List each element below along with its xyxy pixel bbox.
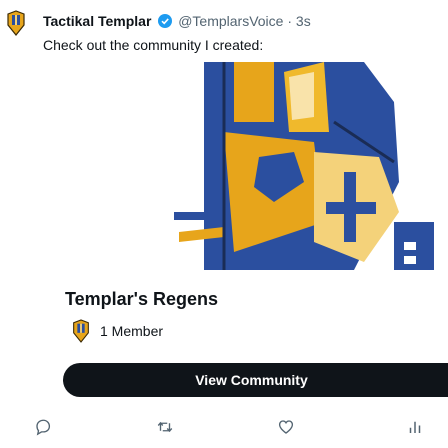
community-name[interactable]: Templar's Regens (65, 289, 218, 310)
like-icon[interactable] (277, 418, 297, 438)
analytics-icon[interactable] (406, 418, 426, 438)
member-count: 1 Member (100, 323, 164, 339)
header-separator: · (287, 13, 293, 29)
member-avatar (70, 319, 92, 343)
author-handle[interactable]: @TemplarsVoice (178, 13, 283, 29)
tweet-header: Tactikal Templar @TemplarsVoice · 3s (43, 12, 311, 30)
verified-badge-icon (158, 14, 173, 28)
author-avatar[interactable] (4, 10, 28, 36)
view-community-label: View Community (195, 372, 308, 388)
community-banner-image (62, 62, 448, 270)
view-community-button[interactable]: View Community (63, 363, 448, 397)
tweet-text: Check out the community I created: (43, 37, 264, 53)
retweet-icon[interactable] (156, 418, 176, 438)
tweet-time[interactable]: 3s (296, 13, 311, 29)
community-card[interactable] (62, 62, 448, 270)
reply-icon[interactable] (34, 418, 54, 438)
member-row: 1 Member (70, 319, 163, 343)
tweet-actions (0, 418, 448, 442)
author-name[interactable]: Tactikal Templar (43, 13, 151, 29)
